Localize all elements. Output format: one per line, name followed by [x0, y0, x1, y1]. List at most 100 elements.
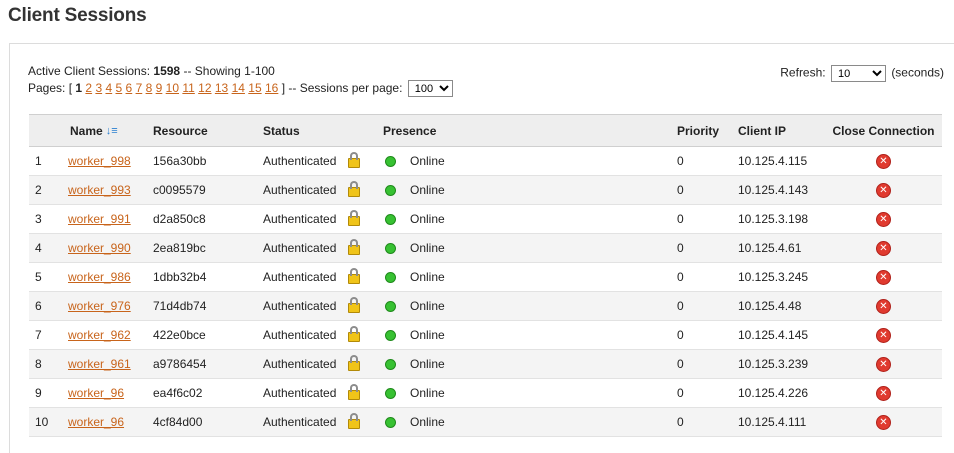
page-link[interactable]: 7 [136, 81, 143, 95]
client-ip-cell: 10.125.4.143 [738, 175, 825, 205]
presence-cell: Online [383, 407, 677, 437]
refresh-interval-select[interactable]: 10 [830, 65, 886, 82]
status-text: Authenticated [263, 386, 337, 400]
close-connection-icon[interactable]: ✕ [876, 414, 891, 430]
page-link[interactable]: 6 [126, 81, 133, 95]
table-row: 3 worker_991 d2a850c8 Authenticated Online 0 1… [29, 204, 942, 234]
session-name-cell: worker_961 [68, 349, 153, 379]
close-connection-icon[interactable]: ✕ [876, 327, 891, 343]
session-name-link[interactable]: worker_998 [68, 154, 131, 168]
resource-cell: 1dbb32b4 [153, 262, 263, 292]
session-name-link[interactable]: worker_962 [68, 328, 131, 342]
online-dot-icon [385, 243, 396, 255]
table-row: 6 worker_976 71d4db74 Authenticated Online 0 1… [29, 291, 942, 321]
sort-descending-icon[interactable]: ↓≡ [106, 125, 118, 137]
resource-cell: 71d4db74 [153, 291, 263, 321]
session-name-link[interactable]: worker_96 [68, 386, 124, 400]
page-title: Client Sessions [8, 5, 147, 26]
page-link[interactable]: 5 [116, 81, 123, 95]
page-link[interactable]: 8 [146, 81, 153, 95]
close-connection-icon[interactable]: ✕ [876, 153, 891, 169]
resource-cell: a9786454 [153, 349, 263, 379]
presence-text: Online [410, 212, 445, 226]
session-name-link[interactable]: worker_990 [68, 241, 131, 255]
col-header-presence[interactable]: Presence [383, 114, 677, 147]
sessions-table: Name ↓≡ Resource Status Presence Priority… [29, 114, 942, 437]
priority-cell: 0 [677, 233, 738, 263]
lock-icon [348, 383, 361, 400]
session-name-cell: worker_993 [68, 175, 153, 205]
sessions-per-page-select[interactable]: 100 [407, 80, 453, 98]
table-header-row: Name ↓≡ Resource Status Presence Priority… [29, 114, 942, 147]
table-row: 8 worker_961 a9786454 Authenticated Online 0 1… [29, 349, 942, 379]
close-connection-icon[interactable]: ✕ [876, 240, 891, 256]
close-connection-icon[interactable]: ✕ [876, 298, 891, 314]
close-connection-icon[interactable]: ✕ [876, 211, 891, 227]
page-link[interactable]: 2 [85, 81, 92, 95]
status-text: Authenticated [263, 415, 337, 429]
session-name-cell: worker_962 [68, 320, 153, 350]
close-connection-icon[interactable]: ✕ [876, 356, 891, 372]
row-number: 9 [29, 378, 68, 408]
status-cell: Authenticated [263, 262, 383, 292]
close-connection-icon[interactable]: ✕ [876, 385, 891, 401]
page-link[interactable]: 14 [232, 81, 245, 95]
col-header-name[interactable]: Name ↓≡ [68, 114, 153, 147]
session-name-link[interactable]: worker_993 [68, 183, 131, 197]
page-link[interactable]: 11 [182, 81, 194, 95]
presence-text: Online [410, 154, 445, 168]
priority-cell: 0 [677, 320, 738, 350]
col-header-client-ip[interactable]: Client IP [738, 114, 825, 147]
presence-text: Online [410, 241, 445, 255]
row-number: 5 [29, 262, 68, 292]
row-number: 8 [29, 349, 68, 379]
status-text: Authenticated [263, 357, 337, 371]
col-header-priority[interactable]: Priority [677, 114, 738, 147]
online-dot-icon [385, 185, 396, 197]
page-link[interactable]: 4 [105, 81, 112, 95]
table-row: 1 worker_998 156a30bb Authenticated Online 0 1… [29, 146, 942, 176]
page-link[interactable]: 9 [156, 81, 163, 95]
lock-icon [348, 238, 361, 255]
page-link[interactable]: 16 [265, 81, 278, 95]
session-name-link[interactable]: worker_976 [68, 299, 131, 313]
resource-cell: ea4f6c02 [153, 378, 263, 408]
priority-cell: 0 [677, 262, 738, 292]
status-cell: Authenticated [263, 320, 383, 350]
client-ip-cell: 10.125.4.145 [738, 320, 825, 350]
page-link[interactable]: 13 [215, 81, 228, 95]
pages-close: ] [281, 81, 286, 95]
close-connection-cell: ✕ [825, 175, 942, 205]
online-dot-icon [385, 359, 396, 371]
col-header-status[interactable]: Status [263, 114, 383, 147]
refresh-unit: (seconds) [891, 65, 944, 80]
status-text: Authenticated [263, 270, 337, 284]
page-link[interactable]: 10 [166, 81, 179, 95]
priority-cell: 0 [677, 407, 738, 437]
page-link[interactable]: 15 [248, 81, 261, 95]
session-name-link[interactable]: worker_986 [68, 270, 131, 284]
session-count: 1598 [153, 64, 181, 78]
col-header-close-connection: Close Connection [825, 114, 942, 147]
close-connection-icon[interactable]: ✕ [876, 182, 891, 198]
lock-icon [348, 151, 361, 168]
refresh-control: Refresh: 10 (seconds) [780, 65, 944, 82]
page-link[interactable]: 12 [198, 81, 211, 95]
col-header-name-label[interactable]: Name [68, 124, 103, 138]
session-name-link[interactable]: worker_961 [68, 357, 131, 371]
session-name-link[interactable]: worker_991 [68, 212, 131, 226]
session-name-link[interactable]: worker_96 [68, 415, 124, 429]
online-dot-icon [385, 417, 396, 429]
col-header-number [29, 114, 68, 147]
session-count-line: Active Client Sessions: 1598 -- Showing … [28, 63, 455, 80]
close-connection-cell: ✕ [825, 320, 942, 350]
resource-cell: 4cf84d00 [153, 407, 263, 437]
status-cell: Authenticated [263, 175, 383, 205]
col-header-resource[interactable]: Resource [153, 114, 263, 147]
status-text: Authenticated [263, 299, 337, 313]
close-connection-icon[interactable]: ✕ [876, 269, 891, 285]
page-link[interactable]: 3 [95, 81, 102, 95]
session-name-cell: worker_96 [68, 407, 153, 437]
row-number: 1 [29, 146, 68, 176]
online-dot-icon [385, 301, 396, 313]
